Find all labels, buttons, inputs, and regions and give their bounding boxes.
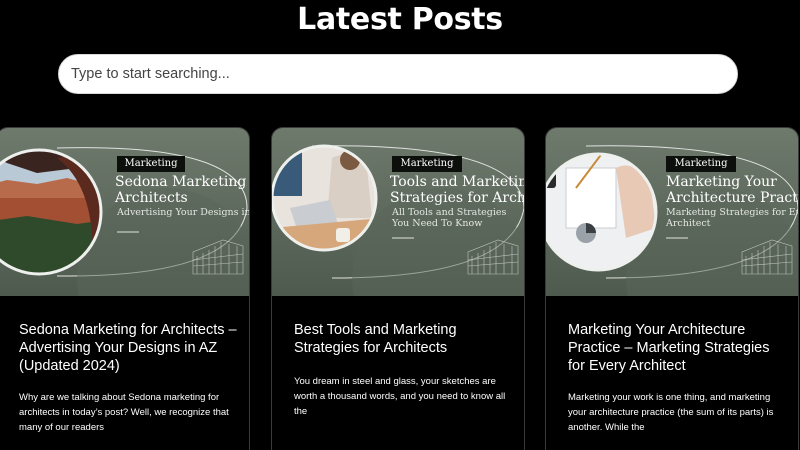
post-thumbnail[interactable]: Marketing Sedona Marketing for Architect…: [0, 128, 249, 296]
thumbnail-title: Marketing Your Architecture Practice: [666, 174, 798, 206]
thumbnail-subtitle: Marketing Strategies for Every Architect: [666, 207, 798, 229]
post-thumbnail[interactable]: Marketing Marketing Your Architecture Pr…: [546, 128, 798, 296]
search-input[interactable]: [71, 66, 737, 82]
post-card[interactable]: Marketing Sedona Marketing for Architect…: [0, 127, 250, 450]
post-title[interactable]: Sedona Marketing for Architects – Advert…: [19, 321, 241, 375]
post-title[interactable]: Marketing Your Architecture Practice – M…: [568, 321, 790, 375]
page-title: Latest Posts: [297, 2, 503, 37]
post-thumbnail[interactable]: Marketing Tools and Marketing Strategies…: [272, 128, 524, 296]
post-excerpt: You dream in steel and glass, your sketc…: [294, 376, 506, 417]
thumbnail-subtitle: All Tools and Strategies You Need To Kno…: [392, 207, 507, 229]
post-excerpt: Marketing your work is one thing, and ma…: [568, 392, 774, 433]
category-tag: Marketing: [392, 156, 462, 172]
post-card[interactable]: Marketing Tools and Marketing Strategies…: [271, 127, 525, 450]
post-card[interactable]: Marketing Marketing Your Architecture Pr…: [545, 127, 799, 450]
post-excerpt: Why are we talking about Sedona marketin…: [19, 392, 229, 433]
thumbnail-subtitle: Advertising Your Designs in AZ: [117, 207, 249, 218]
thumbnail-title: Tools and Marketing Strategies for Archi…: [390, 174, 524, 206]
thumbnail-title: Sedona Marketing for Architects: [115, 174, 249, 206]
search-bar[interactable]: [58, 54, 738, 94]
post-title[interactable]: Best Tools and Marketing Strategies for …: [294, 321, 516, 357]
category-tag: Marketing: [117, 156, 185, 172]
category-tag: Marketing: [666, 156, 736, 172]
